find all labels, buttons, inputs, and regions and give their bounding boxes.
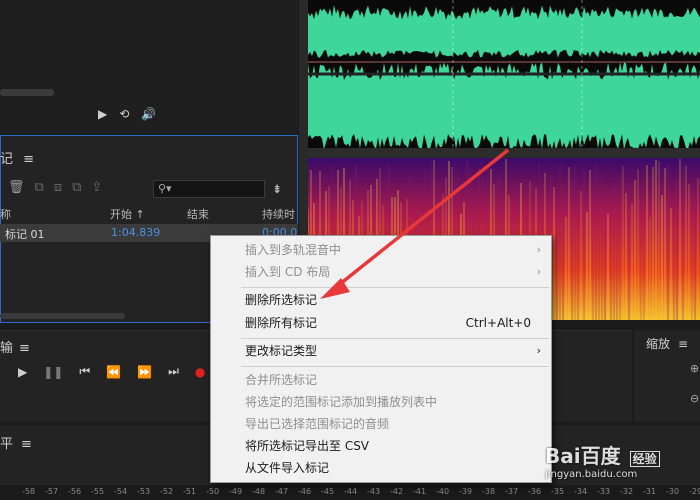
marker-start[interactable]: 1:04.839: [111, 226, 160, 239]
loop-icon[interactable]: ⟲: [119, 107, 129, 121]
ruler-tick: -48: [252, 487, 266, 496]
skip-back-icon[interactable]: ⏮: [79, 364, 90, 379]
ruler-tick: -42: [390, 487, 404, 496]
horizontal-scrollbar[interactable]: [0, 313, 125, 319]
ruler-tick: -47: [275, 487, 289, 496]
rewind-icon[interactable]: ⏪: [106, 365, 121, 379]
waveform-view[interactable]: [308, 0, 700, 148]
col-end[interactable]: 结束: [187, 206, 209, 222]
chevron-right-icon: ›: [536, 243, 541, 256]
filter-icon[interactable]: ⇟: [272, 182, 282, 196]
play-icon[interactable]: ▶: [18, 365, 27, 379]
markers-search-input[interactable]: ⚲▾: [153, 180, 265, 198]
baidu-url: jingyan.baidu.com: [545, 469, 638, 480]
ruler-tick: -49: [229, 487, 243, 496]
markers-toolbar: 🗑 ⧉ ⧈ ⧉ ⇪: [8, 180, 102, 195]
chevron-right-icon: ›: [536, 344, 541, 357]
ruler-tick: -57: [45, 487, 59, 496]
search-icon: ⚲▾: [158, 182, 172, 195]
zoom-panel-title: 缩放 ≡: [646, 337, 689, 351]
menu-item-merge[interactable]: 合并所选标记: [211, 369, 551, 391]
merge-icon[interactable]: ⧉: [35, 180, 44, 195]
ruler-tick: -46: [298, 487, 312, 496]
fast-forward-icon[interactable]: ⏩: [137, 365, 152, 379]
menu-separator: [241, 366, 549, 367]
preview-transport: ▶ ⟲ 🔊: [98, 105, 156, 123]
context-menu: 插入到多轨混音中 › 插入到 CD 布局 › 删除所选标记 删除所有标记 Ctrl+A…: [210, 235, 552, 483]
ruler-tick: -43: [367, 487, 381, 496]
panel-menu-icon[interactable]: ≡: [21, 437, 32, 452]
markers-table-header: 称 开始 ↑ 结束 持续时: [0, 205, 298, 223]
col-name[interactable]: 称: [0, 206, 11, 222]
menu-separator: [241, 338, 549, 339]
ruler-tick: -56: [68, 487, 82, 496]
skip-forward-icon[interactable]: ⏭: [168, 364, 179, 379]
baidu-logo: Bai百度 经验: [545, 440, 700, 469]
menu-item-export-audio[interactable]: 导出已选择范围标记的音频: [211, 413, 551, 435]
ruler-tick: -50: [206, 487, 220, 496]
marker-name: 标记 01: [5, 228, 45, 241]
menu-item-insert-cd-layout[interactable]: 插入到 CD 布局 ›: [211, 261, 551, 283]
pause-icon[interactable]: ❚❚: [43, 365, 63, 379]
ruler-tick: -58: [22, 487, 36, 496]
track-divider: [308, 148, 700, 158]
chevron-right-icon: ›: [536, 265, 541, 278]
split-icon[interactable]: ⧈: [54, 180, 62, 195]
ruler-tick: -55: [91, 487, 105, 496]
trash-icon[interactable]: 🗑: [8, 180, 25, 195]
ruler-tick: -40: [436, 487, 450, 496]
menu-item-import[interactable]: 从文件导入标记: [211, 457, 551, 479]
ruler-tick: -53: [137, 487, 151, 496]
ruler-tick: -39: [459, 487, 473, 496]
baidu-watermark: Bai百度 经验 jingyan.baidu.com: [545, 440, 700, 495]
transport-panel-title: 输 ≡: [0, 341, 30, 356]
ruler-tick: -45: [321, 487, 335, 496]
play-icon[interactable]: ▶: [98, 107, 107, 121]
zoom-out-icon[interactable]: ⊖: [690, 392, 699, 405]
markers-panel-title: 记 ≡: [0, 152, 35, 167]
menu-item-delete-all[interactable]: 删除所有标记 Ctrl+Alt+0: [211, 312, 551, 334]
zoom-panel: 缩放 ≡ ⊕ ⊖: [634, 330, 700, 422]
playlist-add-icon[interactable]: ⧉: [72, 180, 81, 195]
ruler-tick: -41: [413, 487, 427, 496]
col-duration[interactable]: 持续时: [262, 206, 295, 222]
level-panel-title: 平 ≡: [0, 437, 32, 452]
menu-item-export-csv[interactable]: 将所选标记导出至 CSV: [211, 435, 551, 457]
panel-menu-icon[interactable]: ≡: [19, 341, 30, 356]
menu-item-change-type[interactable]: 更改标记类型 ›: [211, 340, 551, 362]
col-start[interactable]: 开始 ↑: [110, 206, 145, 222]
record-icon[interactable]: ●: [195, 365, 205, 379]
ruler-tick: -51: [183, 487, 197, 496]
speaker-icon[interactable]: 🔊: [141, 107, 156, 121]
shortcut-label: Ctrl+Alt+0: [465, 316, 531, 330]
menu-item-delete-selected[interactable]: 删除所选标记: [211, 289, 551, 311]
menu-item-add-to-playlist[interactable]: 将选定的范围标记添加到播放列表中: [211, 391, 551, 413]
menu-item-insert-multitrack[interactable]: 插入到多轨混音中 ›: [211, 239, 551, 261]
ruler-tick: -37: [505, 487, 519, 496]
ruler-tick: -38: [482, 487, 496, 496]
panel-menu-icon[interactable]: ≡: [23, 152, 34, 167]
ruler-tick: -54: [114, 487, 128, 496]
waveform-graphic: [308, 0, 700, 148]
panel-menu-icon[interactable]: ≡: [678, 337, 688, 351]
zoom-in-icon[interactable]: ⊕: [690, 362, 699, 375]
ruler-tick: -44: [344, 487, 358, 496]
scrollbar[interactable]: [0, 89, 54, 96]
menu-separator: [241, 287, 549, 288]
ruler-tick: -36: [528, 487, 542, 496]
export-icon[interactable]: ⇪: [91, 180, 102, 195]
ruler-tick: -52: [160, 487, 174, 496]
